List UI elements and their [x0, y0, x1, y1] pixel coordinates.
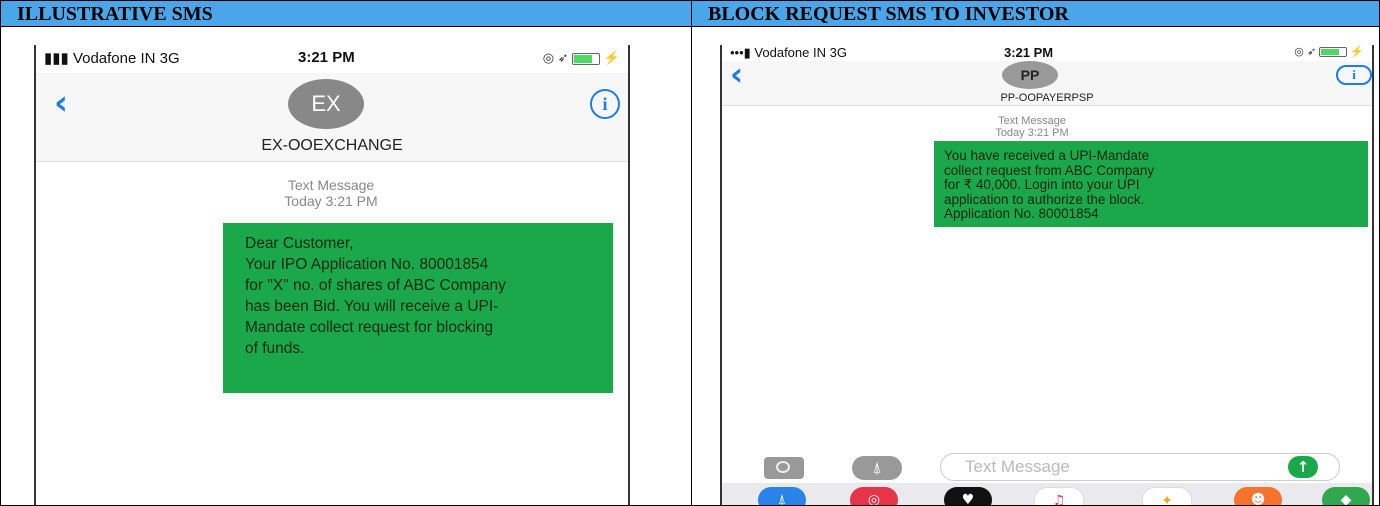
status-time: 3:21 PM	[1004, 45, 1054, 60]
camera-icon[interactable]	[764, 457, 804, 479]
message-meta-label: Text Message	[287, 177, 375, 193]
message-bubble[interactable]: You have received a UPI-Mandate collect …	[934, 141, 1368, 227]
conversation-header: ‹ PP PP-OOPAYERPSP i	[722, 55, 1372, 106]
music-app-icon[interactable]: ♫	[1034, 487, 1084, 505]
message-bubble[interactable]: Dear Customer, Your IPO Application No. …	[223, 223, 613, 393]
send-arrow-icon[interactable]: ↑	[1288, 456, 1318, 478]
appstore-app-icon[interactable]: ⍋	[758, 487, 806, 505]
status-icons: ◎ ➶ ⚡	[542, 50, 620, 65]
message-meta: Text Message Today 3:21 PM	[266, 177, 396, 209]
message-meta-time: Today 3:21 PM	[995, 127, 1069, 139]
avatar[interactable]: EX	[288, 79, 364, 129]
carrier-label: ▮▮▮ Vodafone IN 3G	[44, 50, 180, 67]
contact-name[interactable]: PP-OOPAYERPSP	[722, 92, 1372, 104]
left-header: ILLUSTRATIVE SMS	[1, 1, 691, 27]
status-bar: ▮▮▮ Vodafone IN 3G 3:21 PM ◎ ➶ ⚡	[36, 45, 628, 73]
contact-name[interactable]: EX-OOEXCHANGE	[36, 137, 628, 155]
photos-app-icon[interactable]: ✦	[1142, 487, 1192, 505]
composer-bar: ⍋ Text Message ↑	[722, 453, 1372, 483]
conversation-header: ‹ EX EX-OOEXCHANGE i	[36, 73, 628, 162]
heart-app-icon[interactable]: ♥	[944, 487, 992, 505]
status-icons: ◎ ➶ ⚡	[1294, 46, 1364, 58]
battery-icon	[1319, 47, 1348, 58]
app-drawer: ⍋ ◎ ♥ ♫ ✦ ☻ ◆	[722, 483, 1372, 505]
carrier-label: •••▮ Vodafone IN 3G	[730, 45, 847, 60]
back-chevron-icon[interactable]: ‹	[730, 55, 743, 93]
message-input[interactable]: Text Message	[940, 453, 1340, 481]
status-time: 3:21 PM	[298, 49, 355, 66]
status-bar: •••▮ Vodafone IN 3G 3:21 PM ◎ ➶ ⚡	[722, 45, 1372, 61]
right-phone-screenshot: •••▮ Vodafone IN 3G 3:21 PM ◎ ➶ ⚡ ‹ PP P…	[720, 45, 1374, 505]
left-column: ILLUSTRATIVE SMS ▮▮▮ Vodafone IN 3G 3:21…	[1, 1, 692, 505]
info-icon[interactable]: i	[1336, 65, 1372, 85]
message-meta-label: Text Message	[998, 115, 1066, 127]
table-frame: ILLUSTRATIVE SMS ▮▮▮ Vodafone IN 3G 3:21…	[0, 0, 1380, 506]
right-header: BLOCK REQUEST SMS TO INVESTOR	[692, 1, 1379, 27]
left-phone-screenshot: ▮▮▮ Vodafone IN 3G 3:21 PM ◎ ➶ ⚡ ‹ EX EX…	[34, 45, 630, 505]
maps-app-icon[interactable]: ◆	[1322, 487, 1370, 505]
battery-icon	[572, 52, 601, 65]
signal-icon: ▮▮▮	[44, 50, 73, 67]
appstore-icon[interactable]: ⍋	[852, 456, 902, 480]
avatar[interactable]: PP	[1002, 61, 1058, 89]
right-column: BLOCK REQUEST SMS TO INVESTOR •••▮ Vodaf…	[692, 1, 1379, 505]
message-meta-time: Today 3:21 PM	[284, 193, 378, 209]
message-meta: Text Message Today 3:21 PM	[972, 115, 1092, 139]
info-icon[interactable]: i	[590, 89, 620, 119]
search-app-icon[interactable]: ◎	[850, 487, 898, 505]
back-chevron-icon[interactable]: ‹	[54, 83, 68, 123]
game-app-icon[interactable]: ☻	[1234, 487, 1282, 505]
